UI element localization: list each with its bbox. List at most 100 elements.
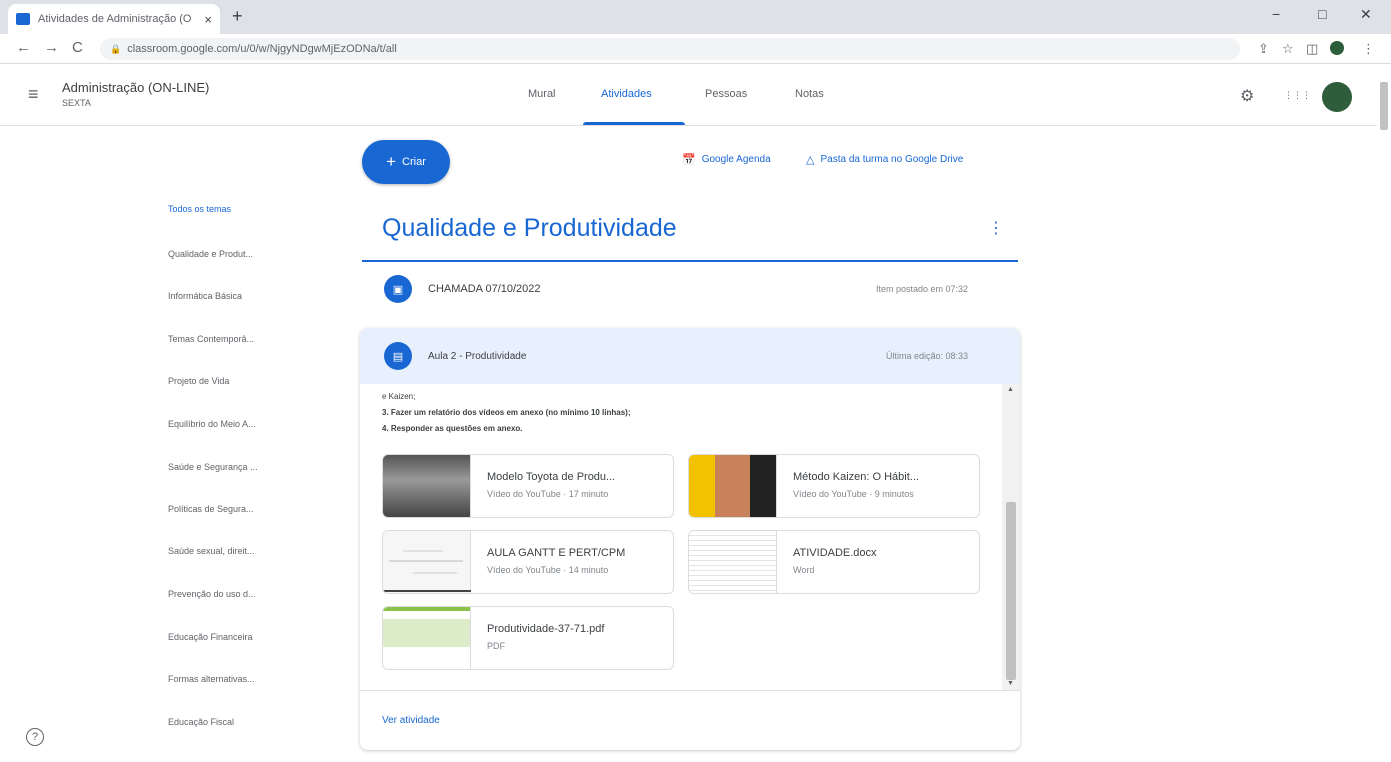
scroll-up-icon[interactable]: ▲	[1007, 386, 1014, 393]
browser-tab[interactable]: Atividades de Administração (O ×	[8, 4, 220, 34]
side-panel-icon[interactable]: ◫	[1306, 41, 1318, 57]
url-text: classroom.google.com/u/0/w/NjgyNDgwMjEzO…	[127, 43, 397, 55]
share-icon[interactable]: ⇪	[1258, 41, 1269, 57]
section-more-icon[interactable]: ⋮	[988, 218, 1004, 238]
maximize-icon[interactable]: □	[1318, 6, 1326, 22]
google-apps-icon[interactable]: ⋮⋮⋮	[1284, 90, 1311, 101]
attachment-card[interactable]: ATIVIDADE.docx Word	[688, 530, 980, 594]
topic-item[interactable]: Educação Financeira	[168, 632, 253, 642]
class-settings-icon[interactable]: ⚙	[1240, 86, 1254, 106]
topic-item[interactable]: Políticas de Segura...	[168, 504, 254, 514]
expanded-assignment-card: ▤ Aula 2 - Produtividade Última edição: …	[360, 328, 1020, 750]
reload-icon[interactable]: C	[72, 39, 83, 56]
assignment-icon: ▤	[384, 342, 412, 370]
tab-mural[interactable]: Mural	[528, 88, 556, 100]
video-thumbnail	[689, 455, 777, 517]
page-scrollbar-thumb[interactable]	[1380, 82, 1388, 130]
assignment-icon: ▣	[384, 275, 412, 303]
scroll-down-icon[interactable]: ▼	[1007, 680, 1014, 687]
attachment-subtitle: Vídeo do YouTube · 14 minuto	[487, 565, 609, 575]
attachment-card[interactable]: Modelo Toyota de Produ... Vídeo do YouTu…	[382, 454, 674, 518]
scrollbar-thumb[interactable]	[1006, 502, 1016, 680]
assignment-title: Aula 2 - Produtividade	[428, 350, 527, 362]
attachment-subtitle: Vídeo do YouTube · 9 minutos	[793, 489, 914, 499]
close-window-icon[interactable]: ✕	[1360, 6, 1372, 23]
card-scrollbar[interactable]: ▲ ▼	[1002, 384, 1020, 690]
topic-item[interactable]: Saúde e Segurança ...	[168, 462, 258, 472]
assignment-footer: Ver atividade	[360, 690, 1020, 750]
attachment-title: Método Kaizen: O Hábit...	[793, 471, 919, 483]
document-thumbnail	[689, 531, 777, 593]
video-thumbnail	[383, 531, 471, 593]
attachment-title: Modelo Toyota de Produ...	[487, 471, 616, 483]
classroom-favicon-icon	[16, 13, 30, 25]
calendar-icon: 📅	[682, 154, 696, 166]
description-line: 3. Fazer um relatório dos vídeos em anex…	[382, 408, 631, 417]
forward-icon[interactable]: →	[44, 39, 59, 56]
video-thumbnail	[383, 455, 471, 517]
help-icon[interactable]: ?	[26, 728, 44, 746]
drive-folder-link[interactable]: △ Pasta da turma no Google Drive	[806, 153, 963, 166]
calendar-link-label: Google Agenda	[701, 154, 771, 165]
section-divider	[362, 260, 1018, 262]
attachment-title: Produtividade-37-71.pdf	[487, 623, 605, 635]
drive-link-label: Pasta da turma no Google Drive	[820, 154, 964, 165]
topic-item[interactable]: Equilíbrio do Meio A...	[168, 419, 256, 429]
minimize-icon[interactable]: −	[1272, 6, 1280, 22]
page-scrollbar[interactable]	[1377, 64, 1391, 762]
bookmark-star-icon[interactable]: ☆	[1282, 41, 1294, 57]
tab-close-icon[interactable]: ×	[204, 12, 212, 27]
topic-item[interactable]: Projeto de Vida	[168, 376, 229, 386]
tab-notas[interactable]: Notas	[795, 88, 824, 100]
attachment-subtitle: Vídeo do YouTube · 17 minuto	[487, 489, 609, 499]
assignment-meta: Última edição: 08:33	[885, 351, 968, 361]
topic-item[interactable]: Todos os temas	[168, 204, 231, 214]
create-button[interactable]: + Criar	[362, 140, 450, 184]
attachment-card[interactable]: Produtividade-37-71.pdf PDF	[382, 606, 674, 670]
create-label: Criar	[402, 156, 426, 168]
topic-item[interactable]: Formas alternativas...	[168, 674, 255, 684]
assignment-row[interactable]: ▣ CHAMADA 07/10/2022 Item postado em 07:…	[362, 266, 1018, 312]
pdf-thumbnail	[383, 607, 471, 669]
attachment-card[interactable]: Método Kaizen: O Hábit... Vídeo do YouTu…	[688, 454, 980, 518]
attachment-subtitle: PDF	[487, 641, 505, 651]
attachment-card[interactable]: AULA GANTT E PERT/CPM Vídeo do YouTube ·…	[382, 530, 674, 594]
account-avatar[interactable]	[1322, 82, 1352, 112]
address-bar-row: ← → C 🔒 classroom.google.com/u/0/w/NjgyN…	[0, 34, 1391, 64]
assignment-body: e Kaizen; 3. Fazer um relatório dos víde…	[360, 384, 1020, 690]
plus-icon: +	[386, 152, 397, 171]
tab-pessoas[interactable]: Pessoas	[705, 88, 747, 100]
browser-menu-icon[interactable]: ⋮	[1362, 41, 1375, 57]
tab-atividades[interactable]: Atividades	[601, 88, 652, 100]
description-line: e Kaizen;	[382, 392, 416, 401]
url-field[interactable]: 🔒 classroom.google.com/u/0/w/NjgyNDgwMjE…	[100, 38, 1240, 60]
new-tab-icon[interactable]: +	[232, 6, 243, 27]
topic-section-title: Qualidade e Produtividade	[382, 214, 677, 242]
drive-icon: △	[806, 154, 815, 166]
browser-tab-bar: Atividades de Administração (O × + − □ ✕	[0, 0, 1391, 34]
back-icon[interactable]: ←	[16, 39, 31, 56]
profile-avatar-icon[interactable]	[1330, 41, 1344, 55]
main-menu-icon[interactable]: ≡	[28, 84, 39, 105]
assignment-title: CHAMADA 07/10/2022	[428, 283, 541, 295]
topic-item[interactable]: Educação Fiscal	[168, 717, 234, 727]
active-tab-indicator	[583, 122, 685, 125]
class-section: SEXTA	[62, 98, 91, 108]
topic-item[interactable]: Informática Básica	[168, 291, 242, 301]
class-name[interactable]: Administração (ON-LINE)	[62, 80, 209, 95]
attachment-title: AULA GANTT E PERT/CPM	[487, 547, 626, 559]
view-assignment-link[interactable]: Ver atividade	[382, 715, 440, 726]
google-calendar-link[interactable]: 📅 Google Agenda	[682, 153, 771, 166]
topic-item[interactable]: Prevenção do uso d...	[168, 589, 256, 599]
topic-item[interactable]: Saúde sexual, direit...	[168, 546, 255, 556]
assignment-header[interactable]: ▤ Aula 2 - Produtividade Última edição: …	[360, 328, 1020, 384]
tab-title: Atividades de Administração (O	[38, 13, 192, 25]
attachment-subtitle: Word	[793, 565, 815, 575]
lock-icon: 🔒	[110, 43, 122, 54]
classroom-header: ≡ Administração (ON-LINE) SEXTA Mural At…	[0, 64, 1391, 126]
description-line: 4. Responder as questões em anexo.	[382, 424, 523, 433]
gantt-thumbnail-graphic	[383, 550, 471, 592]
topic-item[interactable]: Temas Contemporâ...	[168, 334, 254, 344]
assignment-meta: Item postado em 07:32	[875, 284, 968, 294]
topic-item[interactable]: Qualidade e Produt...	[168, 249, 253, 259]
